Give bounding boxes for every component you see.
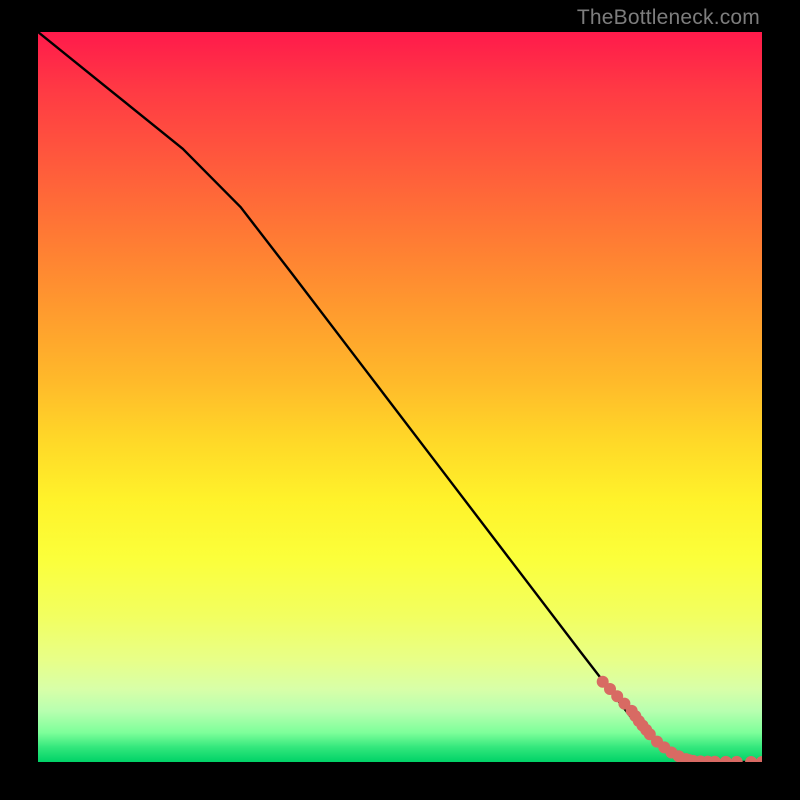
data-point: [731, 756, 743, 762]
data-point: [720, 756, 732, 762]
watermark-text: TheBottleneck.com: [577, 6, 760, 30]
scatter-series: [597, 676, 762, 762]
plot-area: [38, 32, 762, 762]
line-series: [38, 32, 762, 762]
chart-frame: TheBottleneck.com: [0, 0, 800, 800]
chart-overlay: [38, 32, 762, 762]
data-point: [756, 756, 762, 762]
data-point: [745, 756, 757, 762]
curve-path: [38, 32, 762, 762]
